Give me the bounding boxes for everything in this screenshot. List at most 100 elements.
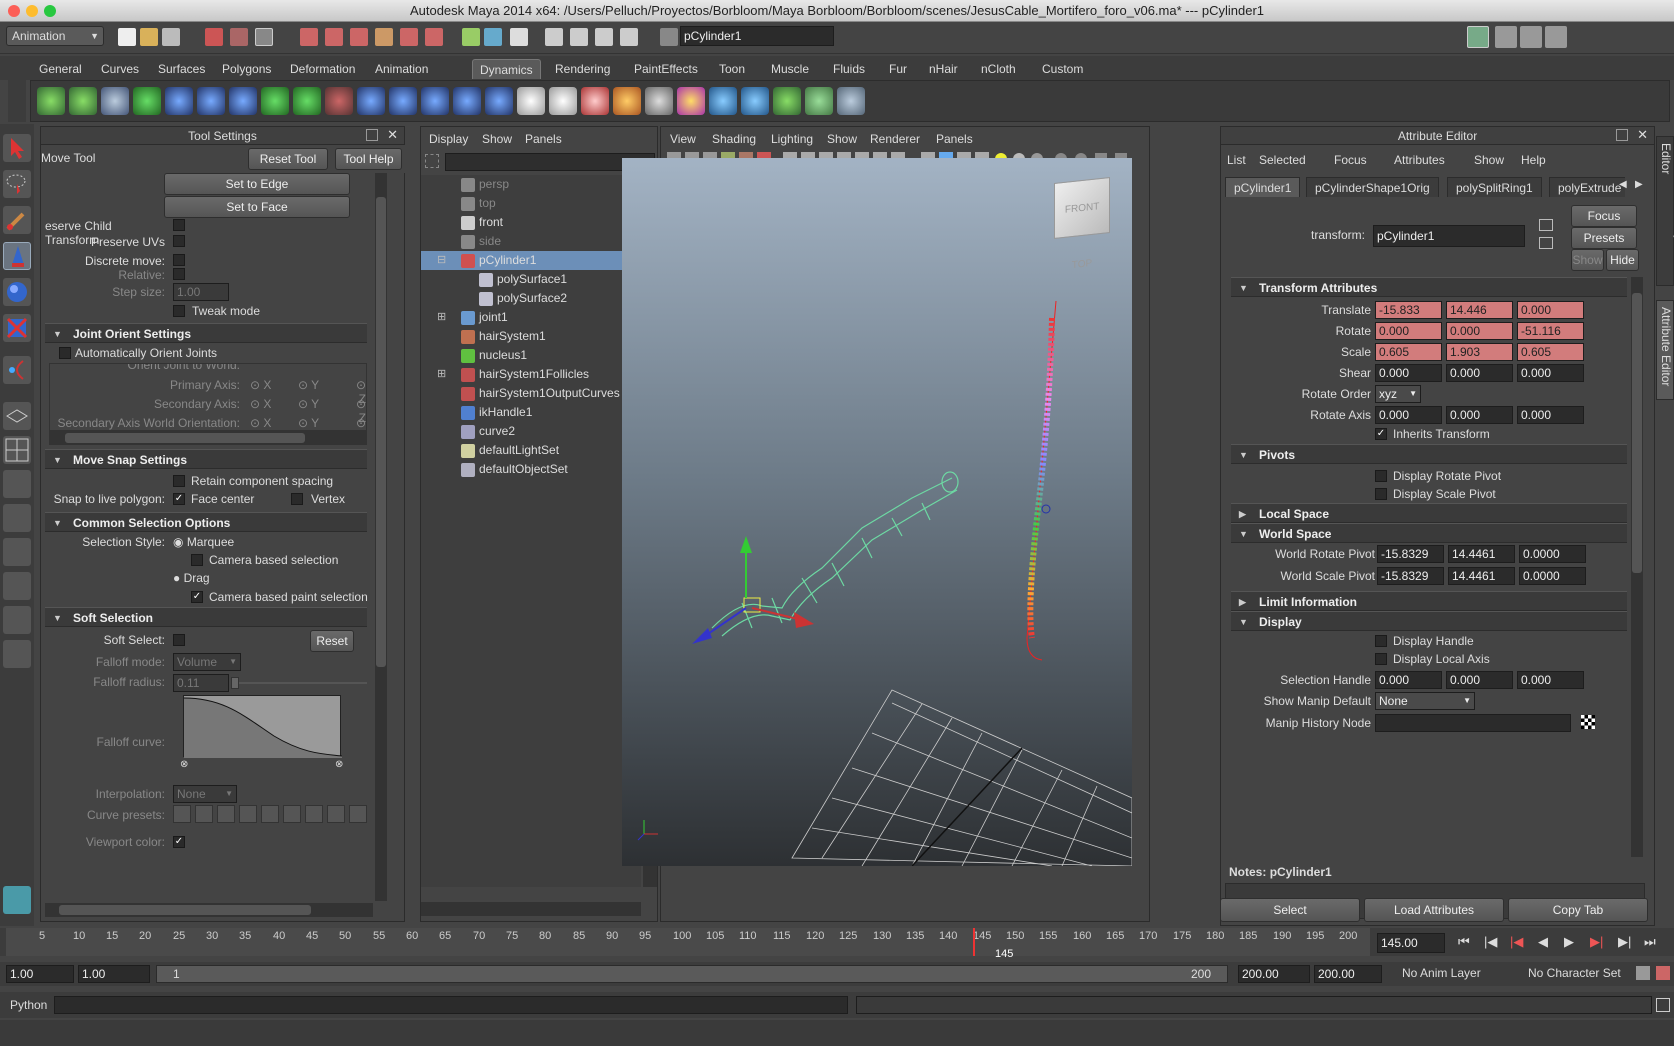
zoom-window-button[interactable] [44,5,56,17]
display-scale-pivot-checkbox[interactable] [1375,488,1387,500]
snap-point-icon[interactable] [350,28,368,46]
map-button-icon[interactable] [1581,715,1595,729]
snap-live-icon[interactable] [400,28,418,46]
rotate-y-field[interactable]: 0.000 [1446,322,1513,340]
delete-cache-icon[interactable] [837,87,865,115]
active-rigid-icon[interactable] [517,87,545,115]
gravity-field-icon[interactable] [197,87,225,115]
filter-icon[interactable] [425,154,439,168]
falloff-radius-slider[interactable] [231,677,367,689]
shelf-menu-handle[interactable] [8,58,26,122]
animation-prefs-icon[interactable] [1656,966,1670,980]
springs-icon[interactable] [485,87,513,115]
viewport-menu-view[interactable]: View [670,132,696,146]
new-scene-icon[interactable] [118,28,136,46]
ae-menu-selected[interactable]: Selected [1259,153,1306,167]
shelf-tab-rendering[interactable]: Rendering [548,59,617,79]
pivots-section[interactable]: ▼ Pivots [1231,444,1627,464]
select-component-icon[interactable] [255,28,273,46]
render-settings-icon[interactable] [620,28,638,46]
outliner-item-top[interactable]: top [421,194,625,213]
falloff-mode-dropdown[interactable]: Volume ▼ [173,653,241,671]
secondary-world-y[interactable]: ⊙ Y [298,416,319,430]
open-scene-icon[interactable] [140,28,158,46]
falloff-curve-graph[interactable] [183,695,343,758]
falloff-radius-field[interactable]: 0.11 [173,674,229,692]
soft-select-checkbox[interactable] [173,634,185,646]
world-rotate-pivot-z[interactable]: 0.0000 [1519,545,1586,563]
secondary-axis-y[interactable]: ⊙ Y [298,397,319,411]
shelf-tab-custom[interactable]: Custom [1035,59,1090,79]
close-window-button[interactable] [8,5,20,17]
curve-preset-icon[interactable] [173,805,191,823]
viewport-menu-lighting[interactable]: Lighting [771,132,813,146]
shelf-tab-animation[interactable]: Animation [368,59,435,79]
curve-preset-icon[interactable] [239,805,257,823]
input-ops-icon[interactable] [462,28,480,46]
emitter-icon[interactable] [69,87,97,115]
shelf-tab-muscle[interactable]: Muscle [764,59,816,79]
viewport-menu-renderer[interactable]: Renderer [870,132,920,146]
outliner-item-defaultobjectset[interactable]: defaultObjectSet [421,460,625,479]
ipr-render-icon[interactable] [595,28,613,46]
step-back-key-icon[interactable]: |◀ [1484,934,1497,950]
outliner-item-pcylinder1[interactable]: ⊟ pCylinder1 [421,251,625,270]
scale-y-field[interactable]: 1.903 [1446,343,1513,361]
shelf-tab-surfaces[interactable]: Surfaces [151,59,212,79]
outliner-menu-display[interactable]: Display [429,132,468,146]
tab-scroll-right-icon[interactable]: ▶ [1635,179,1643,190]
show-tool-settings-icon[interactable] [1520,26,1542,48]
rotate-x-field[interactable]: 0.000 [1375,322,1442,340]
construction-history-icon[interactable] [510,28,528,46]
shear-x-field[interactable]: 0.000 [1375,364,1442,382]
ae-tab-pcylindershape1orig[interactable]: pCylinderShape1Orig [1306,177,1439,197]
ae-presets-button[interactable]: Presets [1571,227,1637,249]
auto-orient-checkbox[interactable] [59,347,71,359]
limit-information-section[interactable]: ▶ Limit Information [1231,591,1627,611]
shelf-tab-toon[interactable]: Toon [712,59,752,79]
common-selection-section[interactable]: ▼ Common Selection Options [45,512,367,532]
show-attribute-editor-icon[interactable] [1495,26,1517,48]
display-handle-checkbox[interactable] [1375,635,1387,647]
vortex-field-icon[interactable] [357,87,385,115]
world-rotate-pivot-x[interactable]: -15.8329 [1377,545,1444,563]
render-frame-icon[interactable] [570,28,588,46]
step-size-field[interactable]: 1.00 [173,283,229,301]
curve-flow-icon[interactable] [773,87,801,115]
select-tool-icon[interactable] [3,134,31,162]
magnet-icon[interactable] [425,28,443,46]
viewport-menu-panels[interactable]: Panels [936,132,973,146]
soft-body-icon[interactable] [453,87,481,115]
current-frame-field[interactable]: 145.00 [1377,933,1445,953]
viewport-color-checkbox[interactable]: ✓ [173,836,185,848]
show-modeling-toolkit-icon[interactable] [1467,26,1489,48]
ae-load-attributes-button[interactable]: Load Attributes [1364,898,1504,922]
tweak-mode-checkbox[interactable] [173,305,185,317]
outliner-item-curve2[interactable]: curve2 [421,422,625,441]
outliner-menu-panels[interactable]: Panels [525,132,562,146]
curve-preset-icon[interactable] [261,805,279,823]
soft-reset-button[interactable]: Reset [310,630,354,652]
rotate-axis-x-field[interactable]: 0.000 [1375,406,1442,424]
prev-key-icon[interactable]: |◀ [1510,934,1523,950]
outliner-item-polysurface2[interactable]: polySurface2 [421,289,625,308]
smoke-icon[interactable] [645,87,673,115]
ae-select-button[interactable]: Select [1220,898,1360,922]
persp-outliner-layout-icon[interactable] [3,470,31,498]
outliner-item-ikhandle1[interactable]: ikHandle1 [421,403,625,422]
playback-end-field[interactable]: 200.00 [1238,965,1310,983]
preserve-uvs-checkbox[interactable] [173,235,185,247]
view-cube-top[interactable]: TOP [1072,258,1092,271]
outliner-item-defaultlightset[interactable]: defaultLightSet [421,441,625,460]
set-to-edge-button[interactable]: Set to Edge [164,173,350,195]
shelf-tab-fluids[interactable]: Fluids [826,59,872,79]
volume-curve-icon[interactable] [421,87,449,115]
go-to-start-icon[interactable]: ⏮ [1458,934,1470,950]
particle-tool-icon[interactable] [37,87,65,115]
shelf-tab-nhair[interactable]: nHair [922,59,965,79]
close-icon[interactable]: ✕ [1637,127,1648,143]
world-space-section[interactable]: ▼ World Space [1231,523,1627,543]
scale-x-field[interactable]: 0.605 [1375,343,1442,361]
next-key-icon[interactable]: ▶| [1590,934,1603,950]
passive-rigid-icon[interactable] [549,87,577,115]
